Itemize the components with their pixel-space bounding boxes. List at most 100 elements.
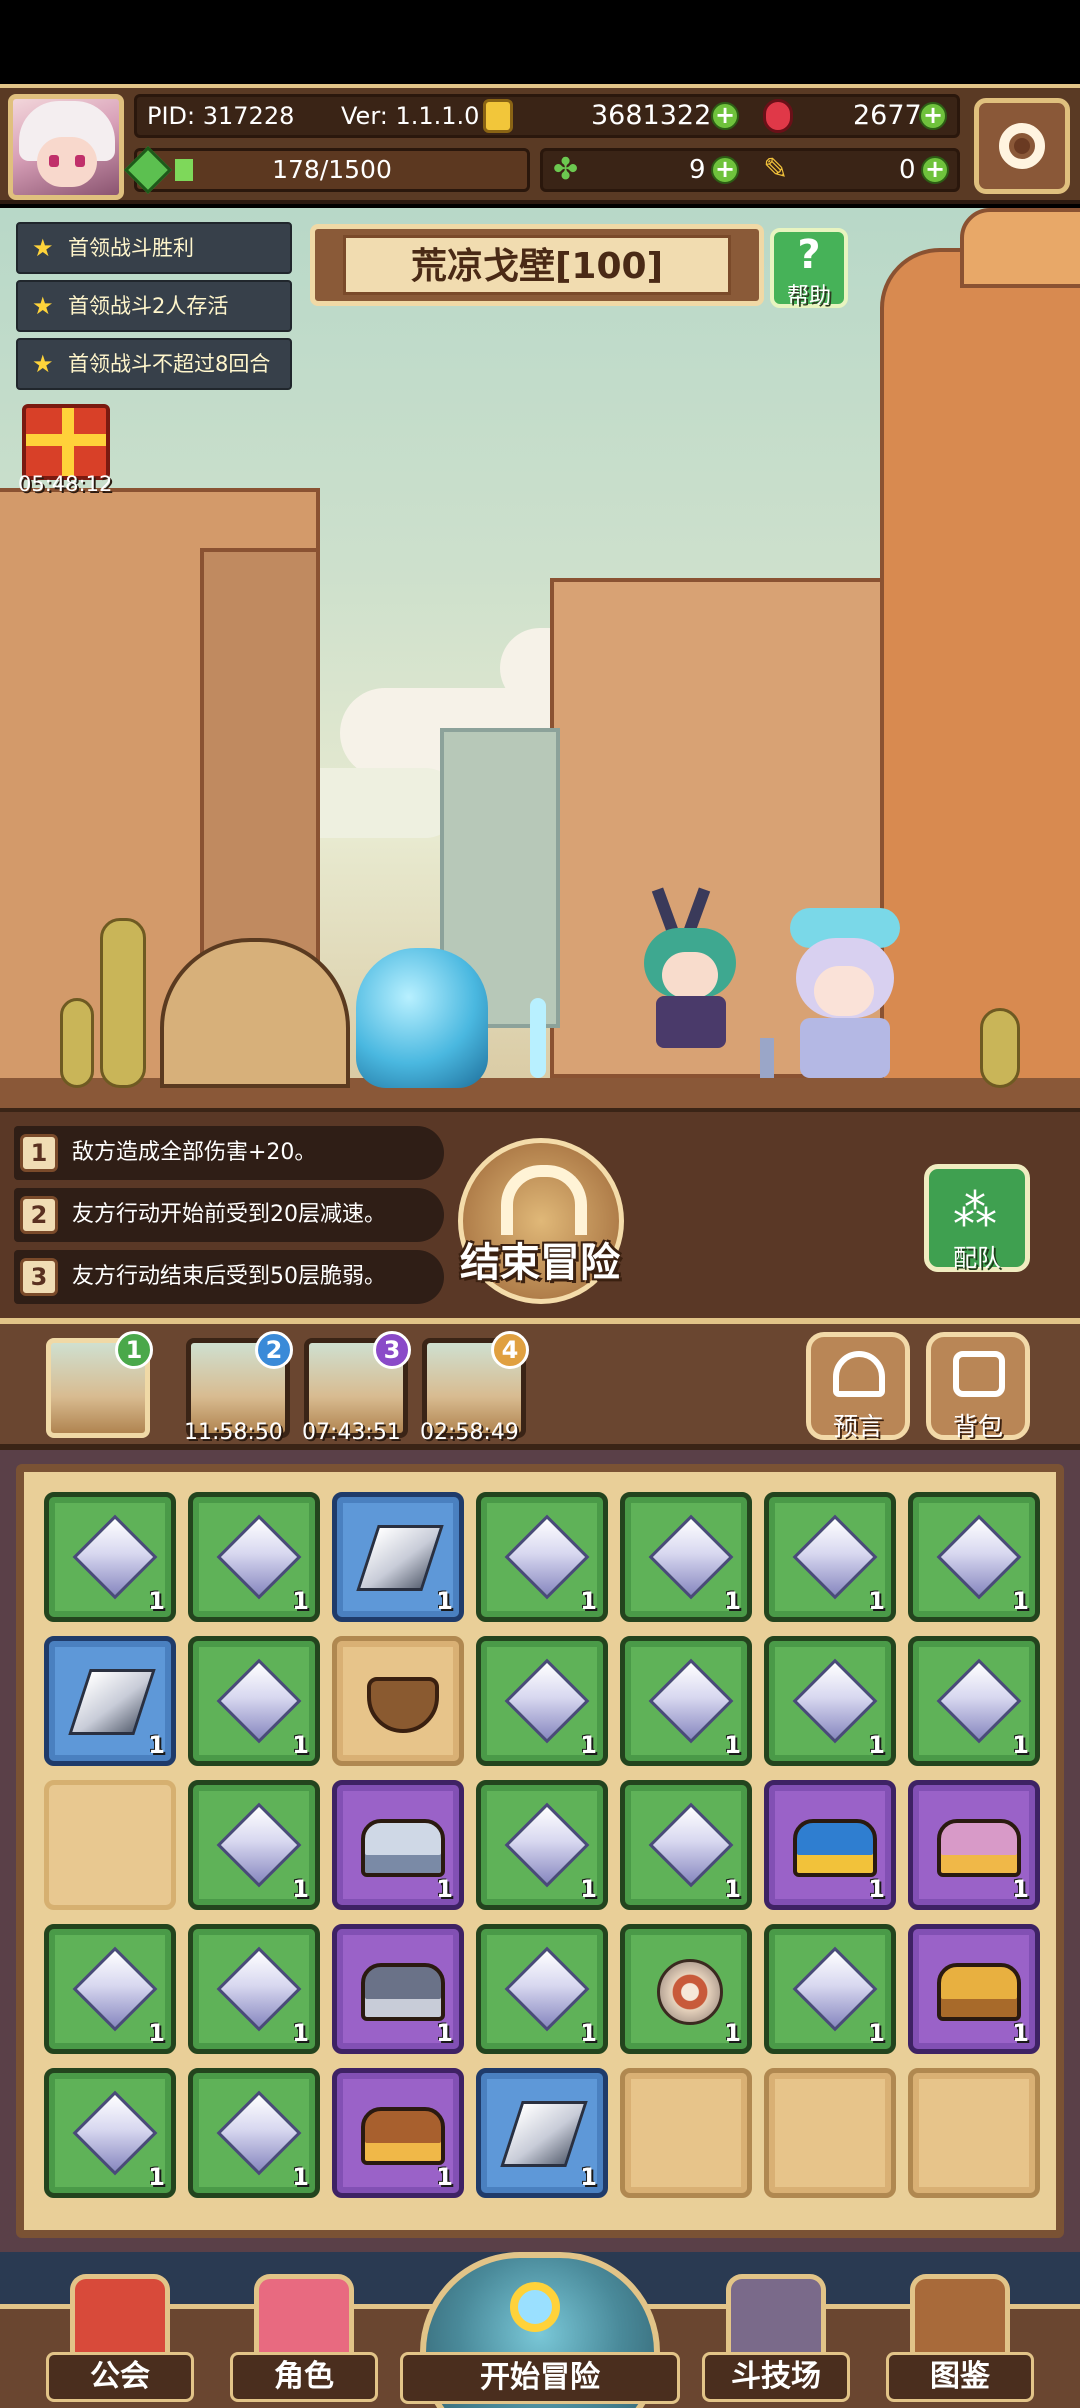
inventory-slot[interactable]: 1 bbox=[764, 1636, 896, 1766]
inventory-slot[interactable]: 1 bbox=[764, 1924, 896, 2054]
end-adventure-label[interactable]: 结束冒险 bbox=[440, 1230, 640, 1288]
treasure-chest-icon bbox=[361, 2107, 445, 2165]
inventory-slot[interactable]: 1 bbox=[476, 1492, 608, 1622]
inventory-slot[interactable]: 1 bbox=[476, 1636, 608, 1766]
inventory-slot[interactable]: 1 bbox=[44, 1924, 176, 2054]
crossed-swords-icon bbox=[726, 2274, 826, 2360]
gem-icon bbox=[72, 1514, 158, 1600]
inventory-slot[interactable]: 1 bbox=[332, 2068, 464, 2198]
prophecy-icon bbox=[833, 1351, 885, 1397]
effect-number: 1 bbox=[20, 1134, 58, 1172]
inventory-slot[interactable]: 1 bbox=[188, 2068, 320, 2198]
gift-box-icon[interactable] bbox=[22, 404, 110, 480]
player-avatar[interactable] bbox=[8, 94, 124, 200]
inventory-slot[interactable]: 1 bbox=[332, 1780, 464, 1910]
add-clover-icon[interactable]: + bbox=[711, 156, 739, 184]
inventory-slot[interactable]: 1 bbox=[188, 1780, 320, 1910]
inventory-slot[interactable]: 1 bbox=[188, 1636, 320, 1766]
inventory-slot[interactable]: 1 bbox=[44, 1636, 176, 1766]
inventory-slot[interactable]: 1 bbox=[764, 1780, 896, 1910]
inventory-empty-slot bbox=[620, 2068, 752, 2198]
item-quantity: 1 bbox=[580, 2019, 597, 2047]
inventory-slot[interactable]: 1 bbox=[908, 1636, 1040, 1766]
quest-item: ★ 首领战斗2人存活 bbox=[16, 280, 292, 332]
prophecy-button[interactable]: 预言 bbox=[806, 1332, 910, 1441]
inventory-slot[interactable]: 1 bbox=[620, 1636, 752, 1766]
shield-icon bbox=[657, 1959, 723, 2025]
treasure-chest-icon bbox=[937, 1819, 1021, 1877]
bottom-nav: 公会 角色 开始冒险 斗技场 图鉴 bbox=[0, 2252, 1080, 2408]
team-icon: ⁂ bbox=[953, 1185, 997, 1236]
red-gem-icon bbox=[763, 99, 793, 133]
inventory-slot[interactable]: 1 bbox=[44, 2068, 176, 2198]
item-quantity: 1 bbox=[868, 2019, 885, 2047]
inventory-slot[interactable] bbox=[332, 1636, 464, 1766]
add-ticket-icon[interactable]: + bbox=[921, 156, 949, 184]
inventory-slot[interactable]: 1 bbox=[332, 1492, 464, 1622]
item-quantity: 1 bbox=[148, 1731, 165, 1759]
add-gem-icon[interactable]: + bbox=[919, 102, 947, 130]
crystal-icon bbox=[500, 2101, 588, 2167]
inventory-slot[interactable]: 1 bbox=[476, 1780, 608, 1910]
inventory-slot[interactable]: 1 bbox=[908, 1492, 1040, 1622]
slot-badge: 2 bbox=[255, 1331, 293, 1369]
nav-arena[interactable]: 斗技场 bbox=[702, 2274, 850, 2402]
inventory-slot[interactable]: 1 bbox=[908, 1780, 1040, 1910]
stage-slot[interactable]: 1 bbox=[46, 1331, 153, 1438]
gem-icon bbox=[936, 1658, 1022, 1744]
item-quantity: 1 bbox=[1012, 1875, 1029, 1903]
nav-codex[interactable]: 图鉴 bbox=[886, 2274, 1034, 2402]
star-icon: ★ bbox=[32, 292, 54, 320]
right-cliff bbox=[880, 248, 1080, 1108]
inventory-grid: 1 1 1 1 1 1 1 1 1 1 1 1 1 1 1 1 1 1 1 1 1 1 1 1 1 1 1 1 1 1 bbox=[16, 1464, 1064, 2238]
inventory-empty-slot bbox=[44, 1780, 176, 1910]
nav-guild[interactable]: 公会 bbox=[46, 2274, 194, 2402]
treasure-chest-icon bbox=[361, 1819, 445, 1877]
settings-button[interactable] bbox=[974, 98, 1070, 194]
help-button[interactable]: ? 帮助 bbox=[770, 228, 848, 309]
inventory-slot[interactable]: 1 bbox=[44, 1492, 176, 1622]
effect-item: 2 友方行动开始前受到20层减速。 bbox=[14, 1188, 444, 1242]
team-setup-button[interactable]: ⁂ 配队 bbox=[924, 1164, 1030, 1272]
gem-icon bbox=[72, 2090, 158, 2176]
top-hud: PID: 317228 Ver: 1.1.1.0 3681322 + 2677 … bbox=[0, 84, 1080, 204]
inventory-empty-slot bbox=[908, 2068, 1040, 2198]
item-quantity: 1 bbox=[868, 1587, 885, 1615]
blue-slime-enemy bbox=[356, 948, 488, 1088]
gem-icon bbox=[648, 1802, 734, 1888]
nav-start-adventure[interactable]: 开始冒险 bbox=[400, 2252, 680, 2408]
effect-text: 敌方造成全部伤害+20。 bbox=[72, 1140, 317, 1165]
inventory-slot[interactable]: 1 bbox=[620, 1780, 752, 1910]
inventory-slot[interactable]: 1 bbox=[620, 1492, 752, 1622]
magnifier-icon bbox=[510, 2282, 560, 2332]
guild-icon bbox=[70, 2274, 170, 2360]
inventory-slot[interactable]: 1 bbox=[476, 2068, 608, 2198]
nav-character[interactable]: 角色 bbox=[230, 2274, 378, 2402]
inventory-slot[interactable]: 1 bbox=[476, 1924, 608, 2054]
item-quantity: 1 bbox=[724, 2019, 741, 2047]
item-quantity: 1 bbox=[292, 2163, 309, 2191]
backpack-button[interactable]: 背包 bbox=[926, 1332, 1030, 1441]
inventory-slot[interactable]: 1 bbox=[908, 1924, 1040, 2054]
gem-icon bbox=[648, 1514, 734, 1600]
inventory-slot[interactable]: 1 bbox=[332, 1924, 464, 2054]
version-label: Ver: 1.1.1.0 bbox=[341, 102, 480, 130]
gem-icon bbox=[504, 1802, 590, 1888]
gem-icon bbox=[504, 1658, 590, 1744]
inventory-slot[interactable]: 1 bbox=[620, 1924, 752, 2054]
item-quantity: 1 bbox=[436, 2163, 453, 2191]
item-quantity: 1 bbox=[292, 1875, 309, 1903]
nav-adventure-label: 开始冒险 bbox=[400, 2352, 680, 2404]
inventory-slot[interactable]: 1 bbox=[764, 1492, 896, 1622]
stage-slot-bar: 1 2 3 4 11:58:50 07:43:51 02:58:49 预言 背包 bbox=[0, 1318, 1080, 1450]
help-label: 帮助 bbox=[786, 284, 831, 309]
slot-badge: 4 bbox=[491, 1331, 529, 1369]
stage-effects-panel: 1 敌方造成全部伤害+20。 2 友方行动开始前受到20层减速。 3 友方行动结… bbox=[0, 1108, 1080, 1318]
item-quantity: 1 bbox=[868, 1731, 885, 1759]
add-gold-icon[interactable]: + bbox=[711, 102, 739, 130]
item-quantity: 1 bbox=[436, 1875, 453, 1903]
inventory-slot[interactable]: 1 bbox=[188, 1492, 320, 1622]
gem-amount: 2677 bbox=[853, 100, 922, 131]
ticket-amount: 0 bbox=[899, 155, 916, 185]
inventory-slot[interactable]: 1 bbox=[188, 1924, 320, 2054]
